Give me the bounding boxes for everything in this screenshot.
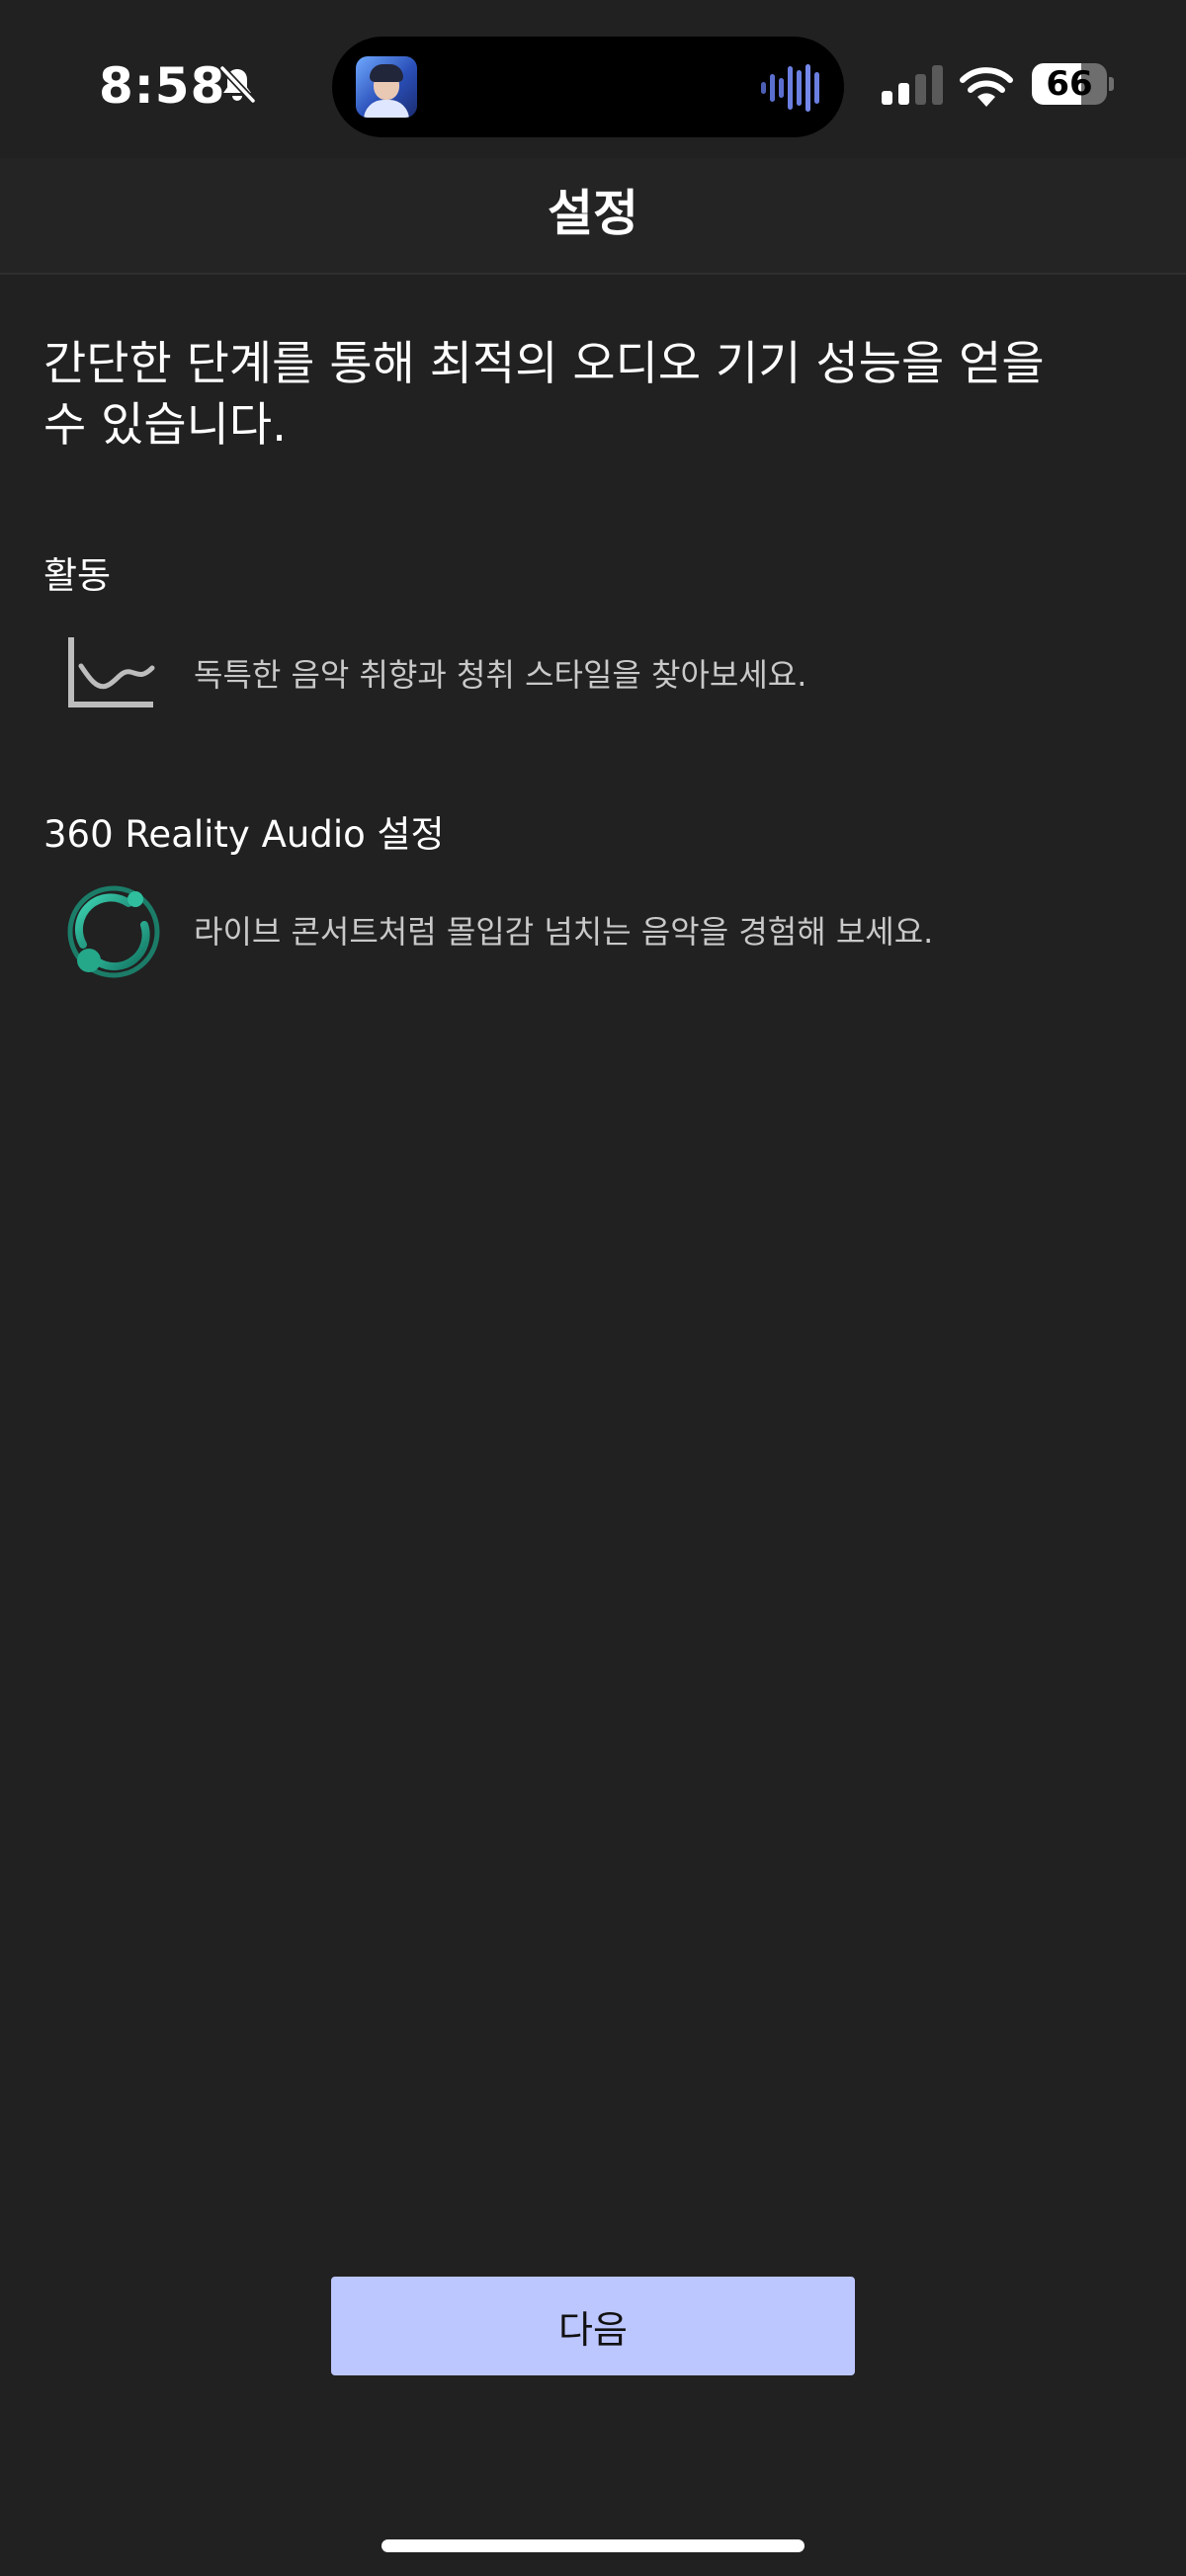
activity-row[interactable]: 독특한 음악 취향과 청취 스타일을 찾아보세요. — [43, 621, 1141, 729]
activity-description: 독특한 음악 취향과 청취 스타일을 찾아보세요. — [194, 656, 807, 694]
360-reality-audio-description: 라이브 콘서트처럼 몰입감 넘치는 음악을 경험해 보세요. — [194, 913, 934, 951]
app-thumbnail-icon[interactable] — [356, 56, 417, 118]
audio-waveform-icon — [761, 64, 819, 112]
next-button[interactable]: 다음 — [331, 2277, 855, 2375]
line-chart-icon — [68, 637, 155, 707]
360-reality-audio-row[interactable]: 라이브 콘서트처럼 몰입감 넘치는 음악을 경험해 보세요. — [43, 877, 1141, 986]
wifi-icon — [960, 67, 1013, 107]
home-indicator[interactable] — [381, 2539, 805, 2552]
battery-icon: 66 — [1032, 63, 1114, 105]
dynamic-island[interactable] — [332, 37, 844, 137]
page-title: 설정 — [548, 185, 638, 242]
section-title-activity: 활동 — [43, 554, 112, 597]
cellular-signal-icon — [882, 65, 943, 105]
navigation-header: 설정 — [0, 158, 1186, 275]
intro-text: 간단한 단계를 통해 최적의 오디오 기기 성능을 얻을 수 있습니다. — [43, 337, 1045, 453]
battery-level: 66 — [1046, 64, 1093, 104]
bell-slash-icon — [219, 65, 256, 104]
status-bar: 8:58 66 — [0, 0, 1186, 158]
section-title-360-reality-audio: 360 Reality Audio 설정 — [43, 813, 445, 856]
status-time: 8:58 — [99, 57, 226, 115]
360-reality-audio-icon — [67, 885, 160, 978]
